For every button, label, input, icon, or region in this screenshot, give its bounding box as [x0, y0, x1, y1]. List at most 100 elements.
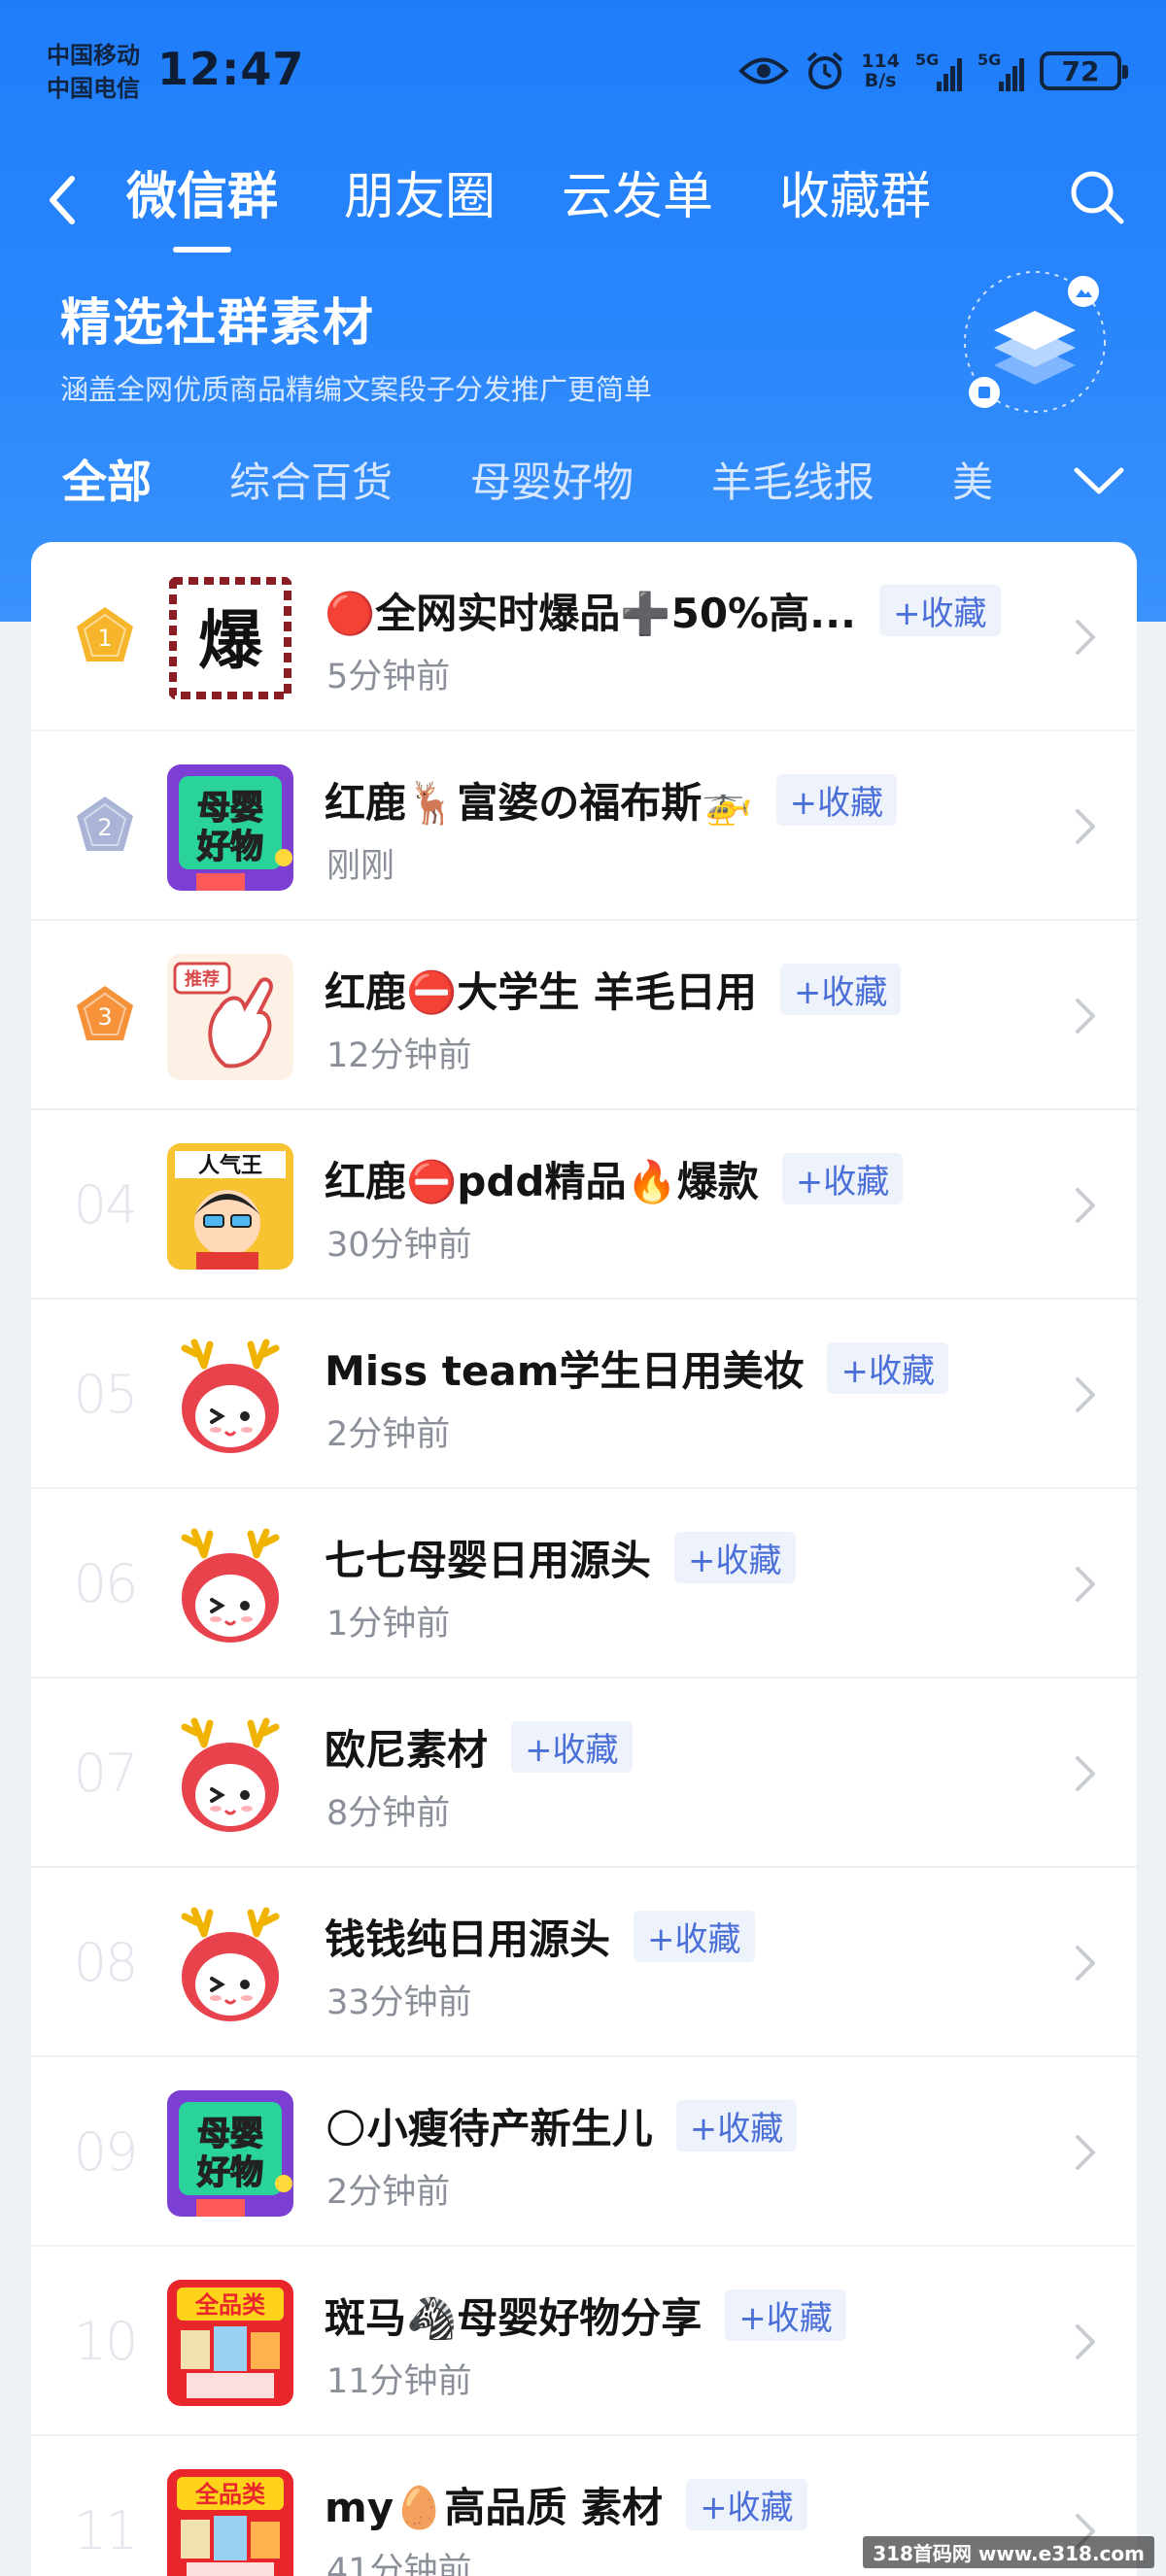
add-favorite-button[interactable]: +收藏 [827, 1342, 948, 1394]
svg-text:1: 1 [97, 625, 112, 652]
update-time: 12分钟前 [326, 1036, 472, 1075]
rank: 07 [66, 1678, 144, 1868]
category-general[interactable]: 综合百货 [229, 450, 393, 509]
carrier-info: 中国移动 中国电信 [47, 39, 140, 105]
rank: 06 [66, 1489, 144, 1678]
avatar-text: 全品类 [194, 2481, 266, 2508]
chevron-right-icon [1076, 1377, 1095, 1412]
update-time: 2分钟前 [326, 2173, 451, 2212]
group-avatar [167, 1522, 293, 1648]
group-list-item[interactable]: 06 七七母婴日用源头 +收藏 1分钟前 [31, 1489, 1137, 1678]
avatar-text: 推荐 [185, 968, 220, 990]
rank: 05 [66, 1300, 144, 1489]
alarm-icon [807, 51, 843, 89]
group-list-item[interactable]: 10 全品类 斑马🦓母婴好物分享 +收藏 11分钟前 [31, 2247, 1137, 2436]
chevron-right-icon [1076, 620, 1095, 655]
rank-number: 05 [73, 1364, 139, 1425]
chevron-right-icon [1076, 999, 1095, 1034]
tab-wechat-group[interactable]: 微信群 [126, 163, 278, 231]
avatar-text: 爆 [198, 603, 263, 678]
group-avatar: 爆 [167, 575, 293, 701]
rank: 09 [66, 2057, 144, 2247]
add-favorite-button[interactable]: +收藏 [634, 1911, 755, 1962]
rank: 11 [66, 2436, 144, 2576]
rank-number: 08 [73, 1932, 139, 1993]
rank-number: 10 [73, 2311, 139, 2372]
top-nav: 微信群 朋友圈 云发单 收藏群 [0, 146, 1166, 253]
add-favorite-button[interactable]: +收藏 [779, 964, 902, 1015]
carrier-1: 中国移动 [47, 42, 140, 69]
group-list-item[interactable]: 04 人气王 红鹿⛔pdd精品🔥爆款 +收藏 30分钟前 [31, 1110, 1137, 1300]
chevron-right-icon [1076, 1756, 1095, 1791]
add-favorite-button[interactable]: +收藏 [686, 2479, 807, 2530]
add-favorite-button[interactable]: +收藏 [775, 774, 898, 826]
group-avatar: 推荐 [167, 954, 293, 1080]
group-list-item[interactable]: 09 母婴 好物 🌕小瘦待产新生儿 +收藏 2分钟前 [31, 2057, 1137, 2247]
rank-number: 11 [73, 2500, 139, 2561]
rank: 10 [66, 2247, 144, 2436]
rank: 2 [66, 731, 144, 921]
update-time: 刚刚 [326, 847, 395, 886]
tab-bar: 微信群 朋友圈 云发单 收藏群 [126, 163, 931, 231]
group-list: 1 爆 🔴全网实时爆品➕50%高... +收藏 5分钟前 2 母婴 好物 红鹿🦌… [31, 542, 1137, 2576]
rank-number: 04 [73, 1174, 139, 1236]
group-list-item[interactable]: 05 Miss team学生日用美妆 +收藏 2分钟前 [31, 1300, 1137, 1489]
group-list-item[interactable]: 08 钱钱纯日用源头 +收藏 33分钟前 [31, 1868, 1137, 2057]
layers-illustration-icon [964, 271, 1106, 413]
battery-icon: 72 [1040, 51, 1128, 90]
back-icon[interactable] [43, 171, 82, 229]
group-list-item[interactable]: 1 爆 🔴全网实时爆品➕50%高... +收藏 5分钟前 [31, 542, 1137, 731]
watermark: 318首码网 www.e318.com [863, 2536, 1154, 2568]
chevron-right-icon [1076, 1567, 1095, 1602]
group-list-item[interactable]: 3 推荐 红鹿⛔大学生 羊毛日用 +收藏 12分钟前 [31, 921, 1137, 1110]
svg-text:3: 3 [97, 1003, 112, 1031]
tab-moments[interactable]: 朋友圈 [344, 163, 496, 231]
search-icon[interactable] [1067, 167, 1127, 227]
rank: 04 [66, 1110, 144, 1300]
category-beauty[interactable]: 美 [952, 450, 993, 509]
update-time: 30分钟前 [326, 1226, 472, 1265]
group-title: 红鹿⛔pdd精品🔥爆款 [325, 1158, 759, 1205]
group-title: 斑马🦓母婴好物分享 [325, 2294, 703, 2342]
banner-title: 精选社群素材 [60, 294, 376, 353]
rank-medal-icon: 3 [77, 985, 133, 1040]
chevron-right-icon [1076, 1188, 1095, 1223]
category-deals[interactable]: 羊毛线报 [711, 450, 874, 509]
chevron-down-icon[interactable] [1069, 457, 1129, 505]
category-baby[interactable]: 母婴好物 [470, 450, 634, 509]
add-favorite-button[interactable]: +收藏 [879, 585, 1001, 636]
category-bar: 全部 综合百货 母婴好物 羊毛线报 美 [62, 445, 1071, 513]
eye-icon [738, 57, 790, 85]
group-title: 🔴全网实时爆品➕50%高... [325, 590, 856, 637]
rank: 08 [66, 1868, 144, 2057]
add-favorite-button[interactable]: +收藏 [511, 1721, 633, 1773]
rank-number: 09 [73, 2121, 139, 2183]
group-avatar: 母婴 好物 [167, 2090, 293, 2217]
category-all[interactable]: 全部 [62, 447, 152, 511]
group-avatar: 全品类 [167, 2469, 293, 2576]
avatar-text: 好物 [196, 2153, 263, 2192]
add-favorite-button[interactable]: +收藏 [725, 2289, 846, 2341]
signal-icon: 5G [977, 51, 1024, 91]
add-favorite-button[interactable]: +收藏 [675, 2100, 798, 2152]
avatar-text: 人气王 [198, 1153, 262, 1178]
avatar-text: 好物 [196, 828, 263, 866]
group-list-item[interactable]: 07 欧尼素材 +收藏 8分钟前 [31, 1678, 1137, 1868]
group-avatar [167, 1333, 293, 1459]
add-favorite-button[interactable]: +收藏 [674, 1532, 796, 1583]
svg-text:2: 2 [97, 814, 112, 841]
group-title: 钱钱纯日用源头 [325, 1915, 611, 1963]
banner-subtitle: 涵盖全网优质商品精编文案段子分发推广更简单 [60, 373, 653, 406]
avatar-text: 母婴 [197, 2115, 263, 2153]
group-avatar: 全品类 [167, 2280, 293, 2406]
add-favorite-button[interactable]: +收藏 [781, 1153, 904, 1204]
avatar-text: 母婴 [197, 789, 263, 828]
tab-cloud-order[interactable]: 云发单 [562, 163, 713, 231]
chevron-right-icon [1076, 1946, 1095, 1981]
status-bar: 中国移动 中国电信 12:47 114 B/s 5G 5G 72 [0, 0, 1166, 146]
group-list-item[interactable]: 2 母婴 好物 红鹿🦌富婆の福布斯🚁 +收藏 刚刚 [31, 731, 1137, 921]
chevron-right-icon [1076, 2135, 1095, 2170]
carrier-2: 中国电信 [47, 75, 140, 102]
group-title: 红鹿🦌富婆の福布斯🚁 [325, 779, 753, 827]
tab-favorite-groups[interactable]: 收藏群 [779, 163, 931, 231]
